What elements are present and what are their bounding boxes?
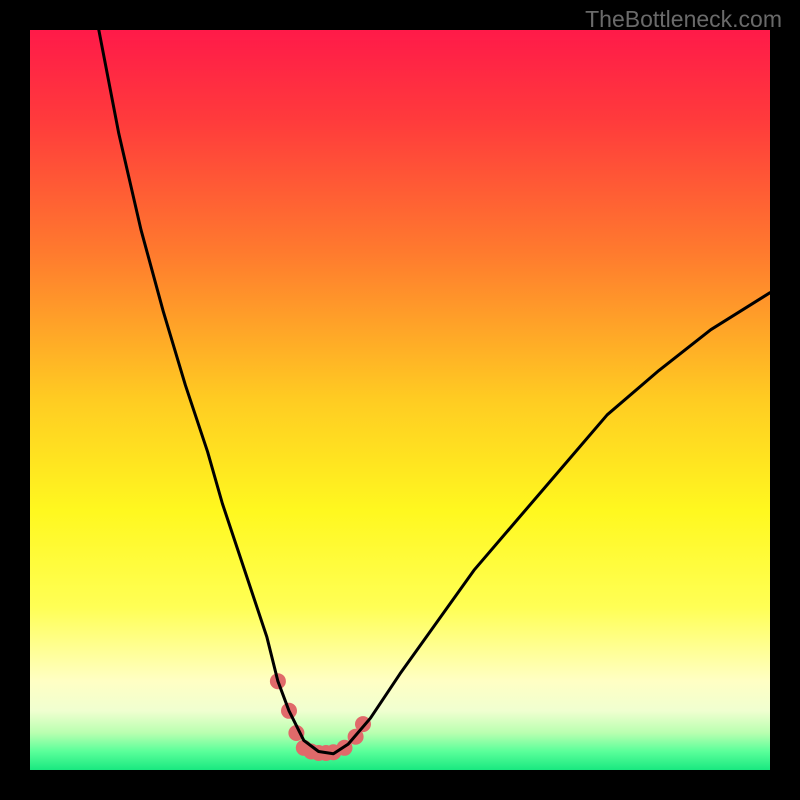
plot-background	[30, 30, 770, 770]
chart-frame: TheBottleneck.com	[0, 0, 800, 800]
bottleneck-chart	[0, 0, 800, 800]
watermark-text: TheBottleneck.com	[585, 6, 782, 33]
